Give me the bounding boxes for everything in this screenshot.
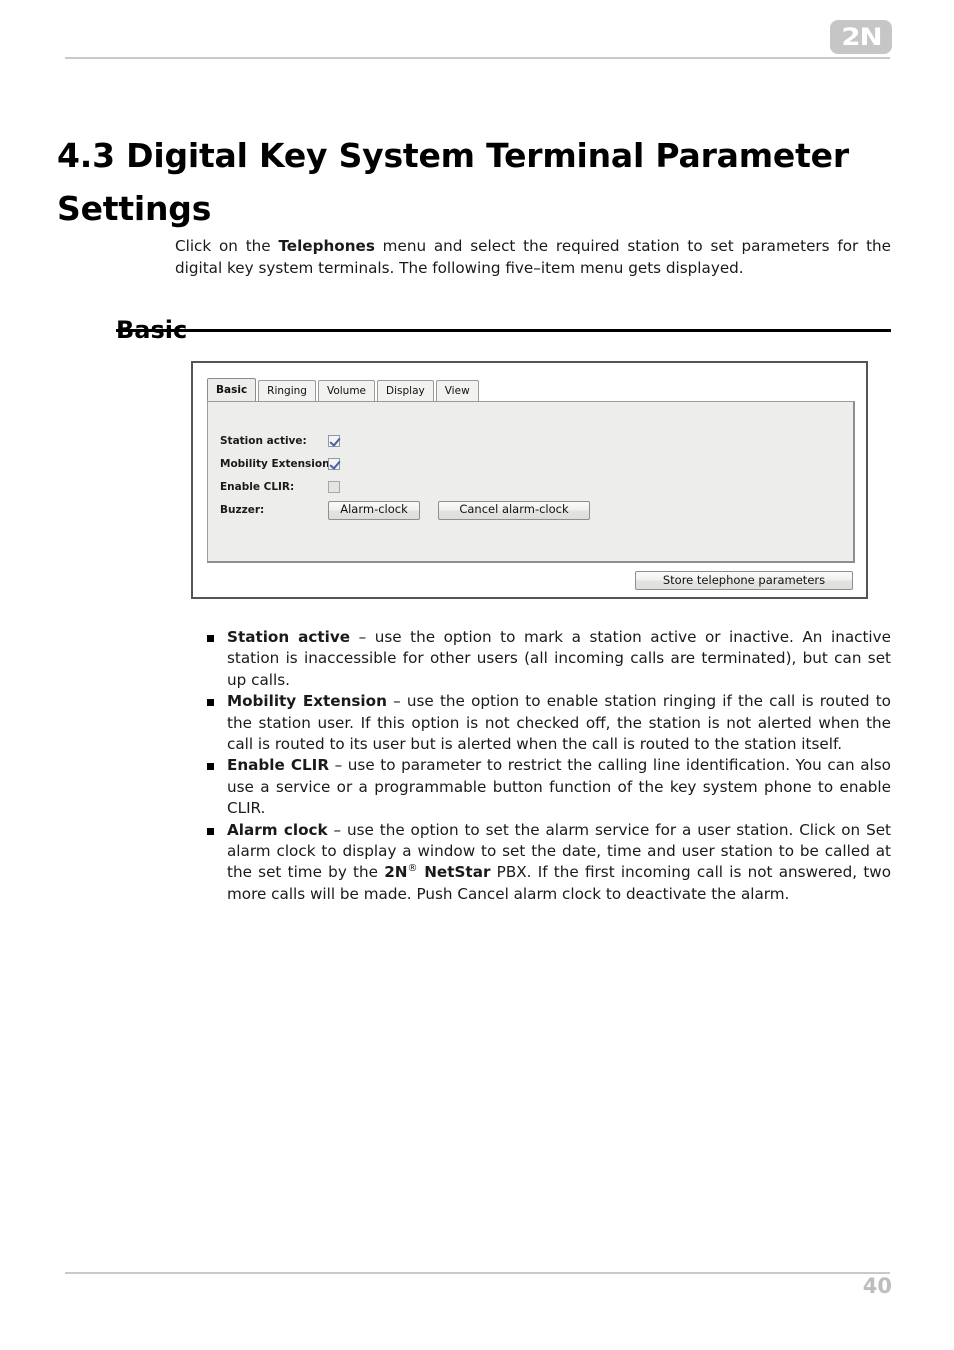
page-number: 40 — [862, 1274, 892, 1298]
form-row-mobility-extension: Mobility Extension: — [220, 453, 590, 475]
bullet-term-mobility-extension: Mobility Extension — [227, 692, 387, 711]
label-station-active: Station active: — [220, 434, 307, 447]
tab-view-label: View — [444, 384, 470, 397]
store-button-area: Store telephone parameters — [635, 569, 853, 591]
label-mobility-extension: Mobility Extension: — [220, 457, 334, 470]
tab-ringing[interactable]: Ringing — [258, 380, 316, 401]
brand-netstar: NetStar — [417, 863, 491, 882]
tab-ringing-label: Ringing — [267, 384, 307, 397]
tab-volume-label: Volume — [326, 384, 367, 397]
section-heading-divider — [116, 329, 891, 332]
store-telephone-parameters-button[interactable]: Store telephone parameters — [635, 571, 853, 591]
form-row-buzzer: Buzzer: Alarm-clock Cancel alarm-clock — [220, 499, 590, 521]
parameter-description-list: Station active – use the option to mark … — [204, 627, 891, 905]
page-header: 2N — [0, 0, 954, 72]
label-buzzer: Buzzer: — [220, 503, 265, 516]
list-item: Station active – use the option to mark … — [204, 627, 891, 691]
form-row-station-active: Station active: — [220, 430, 590, 452]
bullet-term-enable-clir: Enable CLIR — [227, 756, 330, 775]
footer-divider — [65, 1272, 890, 1274]
brand-2n: 2N — [384, 863, 408, 882]
tab-volume[interactable]: Volume — [317, 380, 376, 401]
tab-display-label: Display — [386, 384, 425, 397]
cancel-alarm-clock-button[interactable]: Cancel alarm-clock — [438, 500, 590, 520]
label-enable-clir: Enable CLIR: — [220, 480, 295, 493]
tab-display[interactable]: Display — [377, 380, 434, 401]
tab-panel-basic: Station active: Mobility Extension: Enab… — [207, 401, 855, 563]
settings-form: Station active: Mobility Extension: Enab… — [220, 430, 590, 522]
intro-paragraph: Click on the Telephones menu and select … — [175, 236, 891, 279]
header-divider — [65, 57, 890, 59]
list-item: Alarm clock – use the option to set the … — [204, 820, 891, 906]
registered-trademark-icon: ® — [407, 863, 418, 875]
list-item: Enable CLIR – use to parameter to restri… — [204, 755, 891, 819]
tab-basic-label: Basic — [216, 383, 248, 396]
brand-logo-text: 2N — [840, 23, 882, 51]
form-row-enable-clir: Enable CLIR: — [220, 476, 590, 498]
bullet-term-alarm-clock: Alarm clock — [227, 820, 328, 839]
tab-basic[interactable]: Basic — [207, 378, 257, 401]
intro-bold-telephones: Telephones — [278, 237, 375, 256]
page-title: 4.3 Digital Key System Terminal Paramete… — [57, 136, 849, 229]
list-item: Mobility Extension – use the option to e… — [204, 691, 891, 755]
checkbox-enable-clir[interactable] — [328, 481, 340, 493]
application-screenshot: Basic Ringing Volume Display View Statio… — [191, 361, 868, 599]
tab-view[interactable]: View — [435, 380, 479, 401]
checkbox-mobility-extension[interactable] — [328, 458, 340, 470]
tab-strip: Basic Ringing Volume Display View — [207, 378, 481, 401]
checkbox-station-active[interactable] — [328, 435, 340, 447]
bullet-term-station-active: Station active — [227, 628, 351, 646]
brand-logo-2n: 2N — [830, 20, 892, 54]
alarm-clock-button[interactable]: Alarm-clock — [328, 500, 420, 520]
intro-text-1: Click on the — [175, 237, 279, 256]
